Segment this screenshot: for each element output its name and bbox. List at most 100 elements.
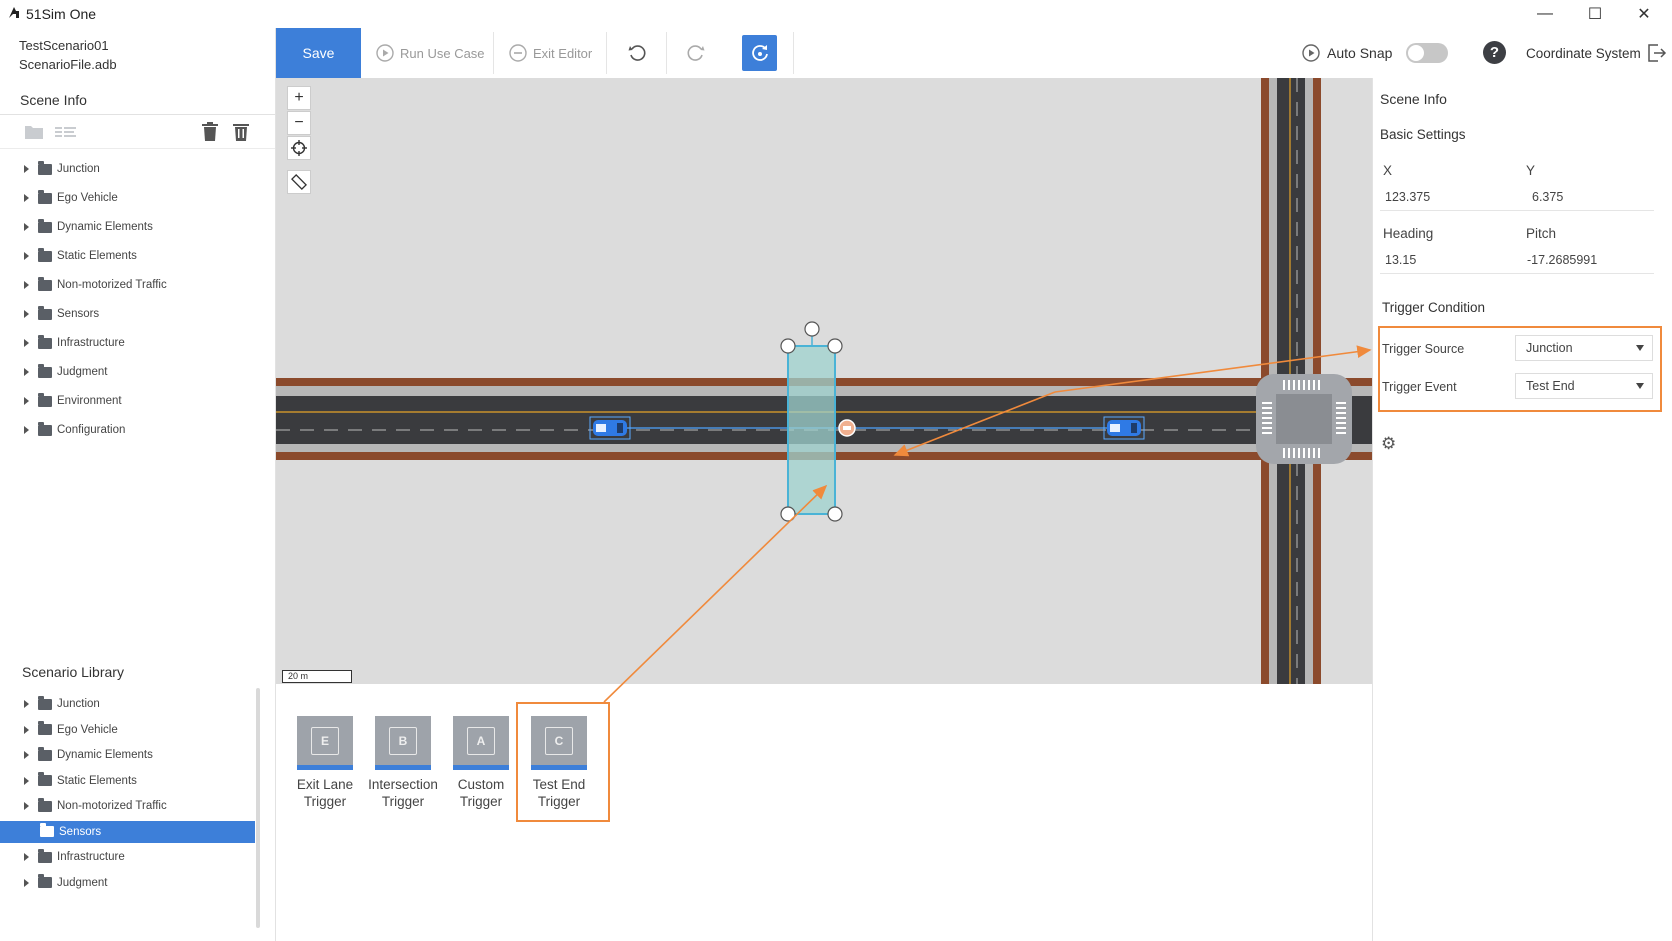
delete-icon[interactable]: [201, 122, 219, 142]
map-canvas[interactable]: 20 m: [276, 78, 1372, 684]
scene-info-item[interactable]: Dynamic Elements: [24, 216, 153, 238]
save-button[interactable]: Save: [276, 28, 361, 78]
scene-info-item[interactable]: Configuration: [24, 419, 125, 441]
exit-editor-button[interactable]: Exit Editor: [509, 28, 592, 78]
chevron-right-icon[interactable]: [24, 194, 29, 202]
locate-button[interactable]: [287, 136, 311, 160]
scenario-library-item[interactable]: Dynamic Elements: [24, 744, 153, 766]
delete-all-icon[interactable]: [232, 122, 250, 142]
trigger-event-select[interactable]: Test End: [1515, 373, 1653, 399]
trigger-icon: C: [545, 726, 573, 755]
scenario-library-item[interactable]: Sensors: [0, 820, 255, 843]
resize-handle[interactable]: [827, 338, 843, 354]
maximize-button[interactable]: ☐: [1572, 2, 1618, 26]
gear-icon[interactable]: ⚙: [1381, 434, 1396, 454]
trigger-card[interactable]: B: [375, 716, 431, 770]
scenario-library-item-label: Sensors: [59, 825, 102, 838]
minimize-button[interactable]: —: [1522, 2, 1568, 26]
scene-info-item[interactable]: Junction: [24, 158, 100, 180]
zoom-out-button[interactable]: −: [287, 111, 311, 135]
rotate-handle[interactable]: [804, 321, 820, 337]
folder-icon: [38, 218, 52, 233]
zoom-in-button[interactable]: +: [287, 86, 311, 110]
chevron-right-icon[interactable]: [24, 426, 29, 434]
resize-handle[interactable]: [780, 506, 796, 522]
scenario-library-item-label: Non-motorized Traffic: [57, 800, 167, 812]
resize-handle[interactable]: [780, 338, 796, 354]
redo-icon[interactable]: [686, 43, 706, 63]
chevron-right-icon[interactable]: [24, 223, 29, 231]
toolbar-separator: [666, 32, 667, 74]
chevron-right-icon[interactable]: [24, 751, 29, 759]
folder-icon: [40, 823, 54, 837]
chevron-right-icon[interactable]: [24, 776, 29, 785]
scene-info-item-label: Environment: [57, 395, 122, 407]
help-icon[interactable]: ?: [1483, 41, 1506, 64]
list-view-icon[interactable]: [55, 125, 77, 139]
scenario-library-item[interactable]: Non-motorized Traffic: [24, 795, 167, 817]
chevron-right-icon[interactable]: [24, 397, 29, 405]
measure-button[interactable]: [287, 170, 311, 194]
trigger-condition-title: Trigger Condition: [1382, 300, 1486, 315]
library-scrollbar[interactable]: [256, 688, 260, 928]
scene-info-item-label: Infrastructure: [57, 337, 125, 349]
scenario-library-item[interactable]: Ego Vehicle: [24, 719, 118, 741]
x-label: X: [1383, 163, 1393, 178]
chevron-right-icon[interactable]: [24, 339, 29, 347]
trigger-card-label: Intersection Trigger: [363, 776, 443, 810]
run-use-case-button[interactable]: Run Use Case: [376, 28, 485, 78]
scene-info-item[interactable]: Non-motorized Traffic: [24, 274, 167, 296]
resize-handle[interactable]: [827, 506, 843, 522]
x-value[interactable]: 123.375: [1385, 190, 1430, 204]
chevron-right-icon[interactable]: [24, 802, 29, 810]
scenario-library-item[interactable]: Static Elements: [24, 770, 137, 792]
scene-info-item[interactable]: Judgment: [24, 361, 108, 383]
coordinate-system-label: Coordinate System: [1526, 45, 1641, 61]
scene-info-item[interactable]: Environment: [24, 390, 122, 412]
undo-icon[interactable]: [627, 43, 647, 63]
trigger-card-label-line2: Trigger: [537, 794, 581, 809]
scene-info-item[interactable]: Sensors: [24, 303, 99, 325]
trigger-card[interactable]: E: [297, 716, 353, 770]
trigger-icon: B: [389, 726, 417, 755]
scenario-library-item[interactable]: Judgment: [24, 872, 108, 894]
new-folder-icon[interactable]: [24, 123, 44, 140]
toolbar-separator: [793, 32, 794, 74]
sync-button[interactable]: [742, 35, 777, 71]
trigger-card[interactable]: A: [453, 716, 509, 770]
auto-snap-label: Auto Snap: [1327, 45, 1393, 61]
chevron-right-icon[interactable]: [24, 281, 29, 289]
chevron-right-icon[interactable]: [24, 725, 29, 734]
close-button[interactable]: ✕: [1621, 2, 1667, 26]
trigger-area[interactable]: [780, 321, 843, 522]
scenario-library-item[interactable]: Junction: [24, 693, 100, 715]
divider: [1380, 210, 1654, 211]
chevron-right-icon[interactable]: [24, 252, 29, 260]
scene-info-item[interactable]: Static Elements: [24, 245, 137, 267]
chevron-right-icon[interactable]: [24, 878, 29, 887]
chevron-right-icon[interactable]: [24, 700, 29, 708]
chevron-right-icon[interactable]: [24, 310, 29, 318]
scenario-library-item[interactable]: Infrastructure: [24, 846, 125, 868]
basic-settings-title: Basic Settings: [1380, 127, 1466, 142]
trigger-event-label: Trigger Event: [1382, 380, 1457, 394]
play-circle-icon: [376, 44, 394, 62]
heading-value[interactable]: 13.15: [1385, 253, 1416, 267]
trigger-source-select[interactable]: Junction: [1515, 335, 1653, 361]
app-title: 51Sim One: [26, 6, 97, 22]
scene-info-item[interactable]: Ego Vehicle: [24, 187, 118, 209]
divider: [1380, 273, 1654, 274]
scene-info-item[interactable]: Infrastructure: [24, 332, 125, 354]
auto-snap-icon: [1302, 44, 1320, 62]
scene-info-item-label: Static Elements: [57, 250, 137, 262]
trigger-card[interactable]: C: [531, 716, 587, 770]
y-value[interactable]: 6.375: [1532, 190, 1563, 204]
chevron-right-icon[interactable]: [24, 165, 29, 173]
close-icon: ✕: [1637, 6, 1651, 23]
chevron-right-icon[interactable]: [24, 853, 29, 861]
auto-snap-toggle[interactable]: [1406, 43, 1448, 63]
coordinate-system-button[interactable]: Coordinate System: [1526, 28, 1667, 78]
chevron-right-icon[interactable]: [24, 368, 29, 376]
trigger-card-label: Custom Trigger: [441, 776, 521, 810]
pitch-value[interactable]: -17.2685991: [1527, 253, 1597, 267]
